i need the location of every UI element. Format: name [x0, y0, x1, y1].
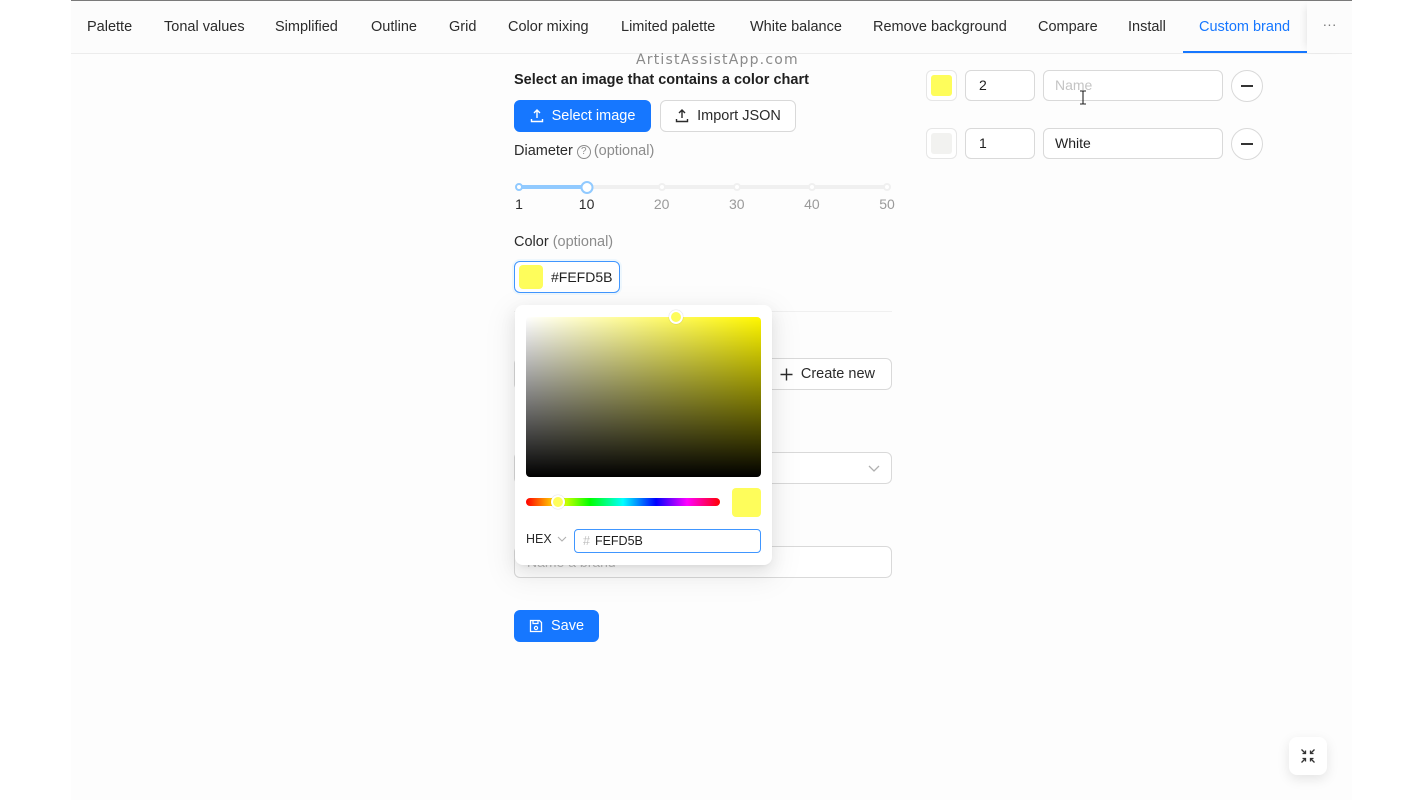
hue-slider[interactable] — [526, 495, 720, 509]
diameter-label-text: Diameter — [514, 143, 573, 159]
active-tab-indicator — [1183, 51, 1307, 53]
color-row-swatch[interactable] — [926, 70, 957, 101]
slider-dot[interactable] — [807, 183, 816, 191]
tab-outline[interactable]: Outline — [371, 1, 417, 53]
tab-remove-background[interactable]: Remove background — [873, 1, 1007, 53]
slider-dot[interactable] — [515, 183, 523, 191]
tab-color-mixing[interactable]: Color mixing — [508, 1, 589, 53]
tab-limited-palette[interactable]: Limited palette — [621, 1, 715, 53]
quantity-input[interactable]: 2 — [965, 70, 1035, 101]
upload-icon — [675, 109, 689, 123]
save-icon — [529, 619, 543, 633]
import-json-label: Import JSON — [697, 108, 781, 124]
tab-grid[interactable]: Grid — [449, 1, 476, 53]
slider-dot[interactable] — [657, 183, 666, 191]
color-row-swatch[interactable] — [926, 128, 957, 159]
more-tabs-button[interactable]: ··· — [1307, 1, 1352, 53]
diameter-slider[interactable]: 1 10 20 30 40 50 — [514, 180, 895, 212]
color-name-input[interactable]: Name — [1043, 70, 1223, 101]
slider-mark-label[interactable]: 20 — [654, 196, 670, 212]
color-label: Color (optional) — [514, 234, 613, 250]
help-icon[interactable]: ? — [576, 145, 591, 159]
remove-color-button[interactable] — [1231, 128, 1263, 160]
tab-custom-brand[interactable]: Custom brand — [1199, 1, 1290, 53]
hex-input[interactable]: # FEFD5B — [574, 529, 761, 553]
color-picker-trigger[interactable]: #FEFD5B — [514, 261, 620, 293]
text-cursor-icon — [1080, 90, 1086, 105]
color-picker-popover: HEX # FEFD5B — [515, 305, 772, 565]
slider-mark-label[interactable]: 50 — [879, 196, 895, 212]
minus-icon — [1241, 143, 1253, 145]
watermark: ArtistAssistApp.com — [636, 52, 799, 68]
color-swatch — [519, 265, 543, 289]
select-image-label: Select image — [551, 108, 636, 124]
chevron-down-icon — [557, 536, 567, 542]
color-name-input[interactable]: White — [1043, 128, 1223, 159]
slider-mark-label[interactable]: 10 — [579, 196, 595, 212]
slider-mark-label[interactable]: 1 — [515, 196, 523, 212]
slider-mark-label[interactable]: 30 — [729, 196, 745, 212]
upload-icon — [530, 109, 543, 123]
saturation-brightness-handle[interactable] — [669, 310, 684, 324]
hue-handle[interactable] — [551, 495, 566, 509]
hash-prefix: # — [583, 534, 590, 548]
saturation-brightness-panel[interactable] — [526, 310, 761, 477]
slider-track — [519, 185, 587, 189]
chevron-down-icon — [868, 465, 880, 472]
tab-palette[interactable]: Palette — [87, 1, 132, 53]
minus-icon — [1241, 85, 1253, 87]
optional-hint: (optional) — [593, 143, 655, 159]
compress-icon — [1301, 749, 1315, 763]
exit-fullscreen-button[interactable] — [1289, 737, 1327, 775]
color-format-label: HEX — [526, 532, 552, 546]
slider-dot[interactable] — [732, 183, 741, 191]
create-new-label: Create new — [800, 366, 875, 382]
color-label-text: Color — [514, 234, 549, 250]
tab-tonal-values[interactable]: Tonal values — [164, 1, 245, 53]
save-label: Save — [550, 618, 585, 634]
tab-bar: Palette Tonal values Simplified Outline … — [71, 1, 1352, 54]
diameter-label: Diameter? (optional) — [514, 143, 654, 159]
color-preview — [732, 488, 761, 517]
hex-input-value: FEFD5B — [594, 534, 643, 548]
color-format-select[interactable]: HEX — [526, 532, 567, 546]
tab-install[interactable]: Install — [1128, 1, 1166, 53]
tab-simplified[interactable]: Simplified — [275, 1, 338, 53]
slider-dot[interactable] — [883, 183, 891, 191]
tab-white-balance[interactable]: White balance — [750, 1, 842, 53]
select-image-button[interactable]: Select image — [514, 100, 651, 132]
optional-hint: (optional) — [552, 234, 614, 250]
import-json-button[interactable]: Import JSON — [660, 100, 796, 132]
color-hex-value: #FEFD5B — [551, 269, 613, 285]
remove-color-button[interactable] — [1231, 70, 1263, 102]
quantity-input[interactable]: 1 — [965, 128, 1035, 159]
slider-handle[interactable] — [580, 181, 594, 194]
slider-mark-label[interactable]: 40 — [804, 196, 820, 212]
save-button[interactable]: Save — [514, 610, 599, 642]
tab-compare[interactable]: Compare — [1038, 1, 1098, 53]
section-heading: Select an image that contains a color ch… — [514, 72, 809, 88]
plus-icon — [780, 368, 793, 380]
